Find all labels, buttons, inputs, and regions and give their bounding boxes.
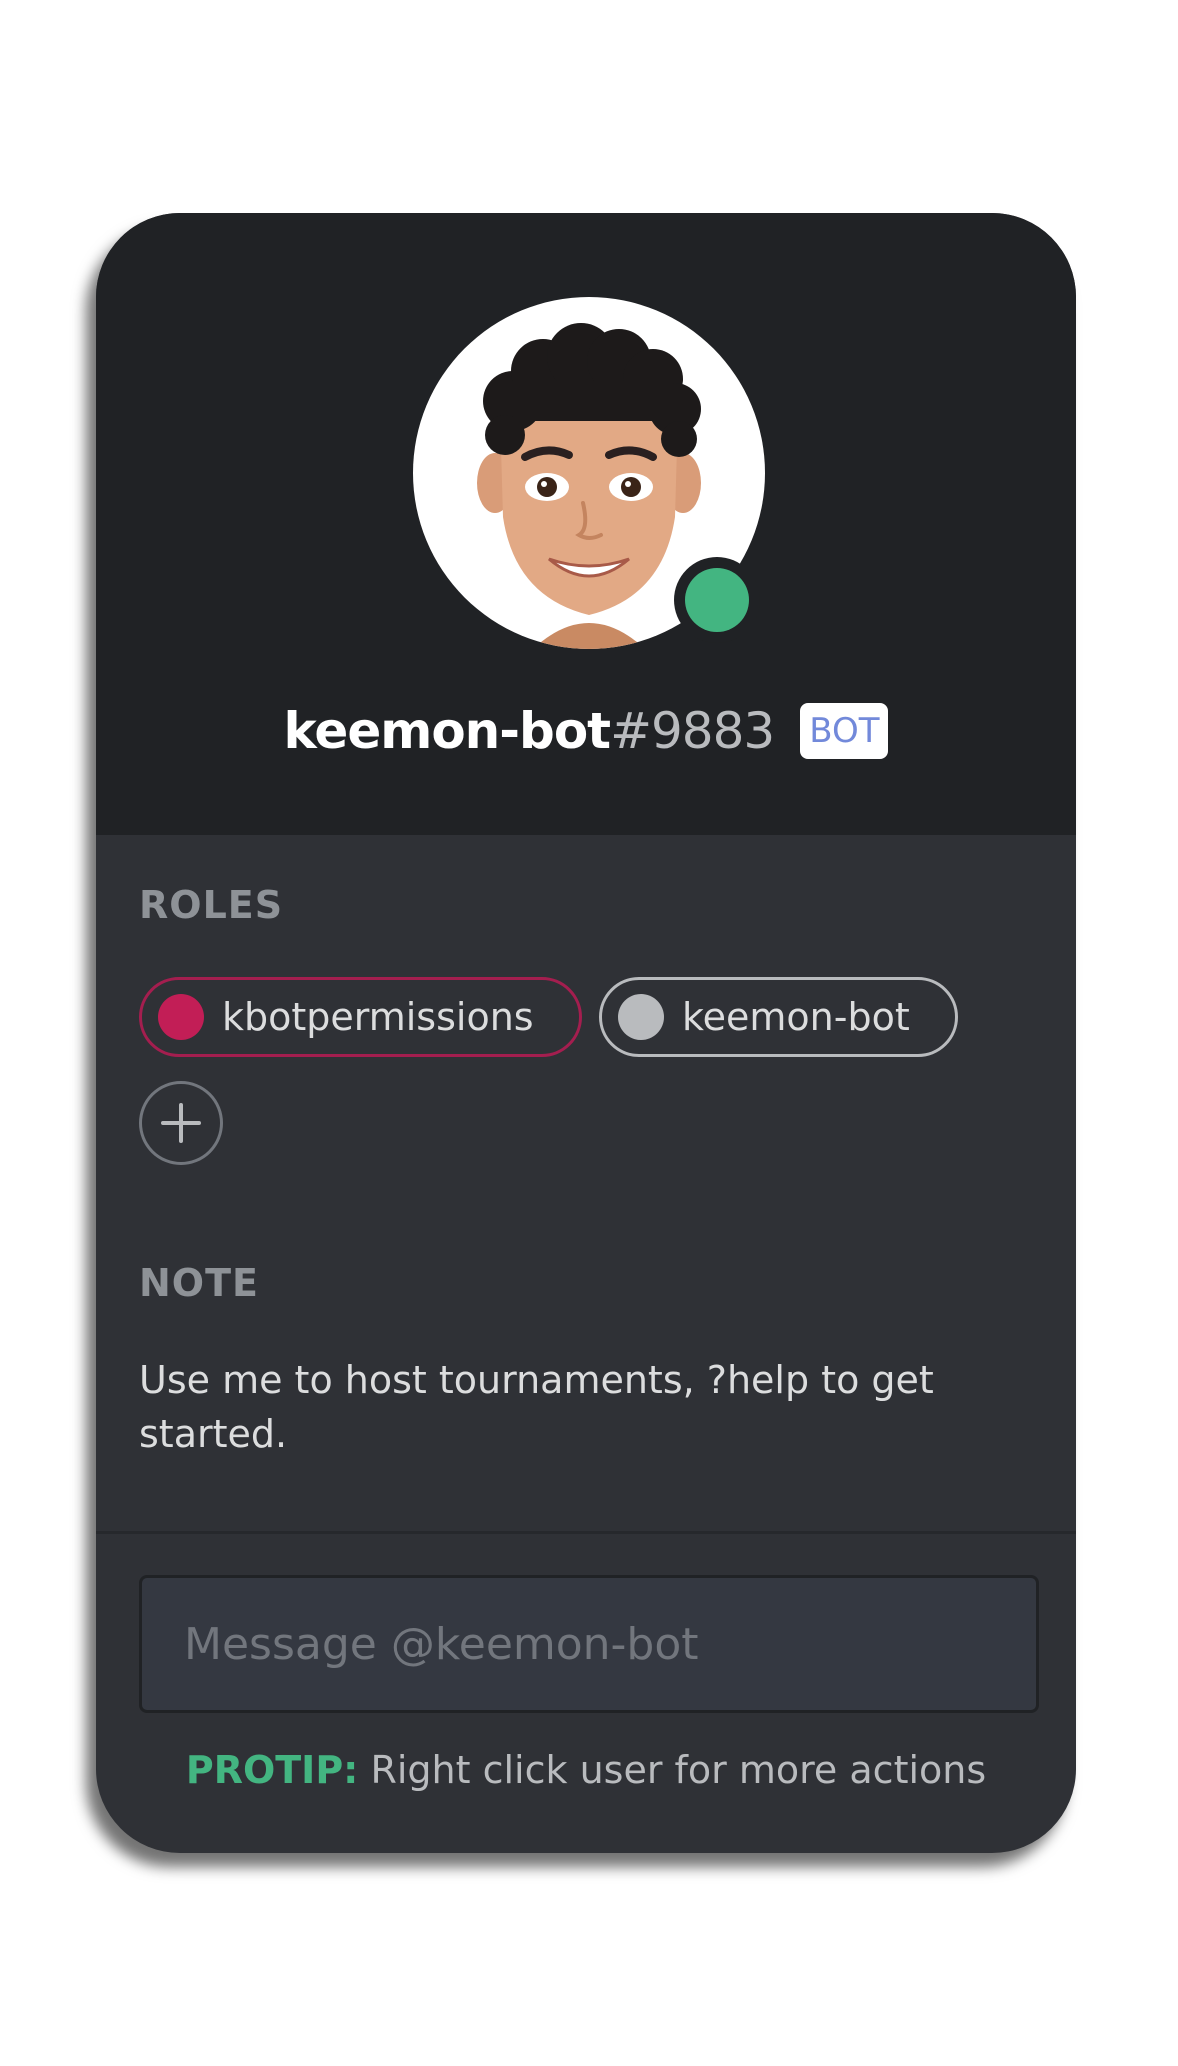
message-box[interactable] <box>139 1575 1039 1713</box>
message-input[interactable] <box>182 1617 1036 1671</box>
add-role-button[interactable] <box>139 1081 223 1165</box>
divider <box>96 1531 1076 1534</box>
role-pill-kbotpermissions[interactable]: kbotpermissions <box>139 977 582 1057</box>
role-color-dot[interactable] <box>618 994 664 1040</box>
name-row: keemon-bot #9883 BOT <box>96 691 1076 771</box>
protip-text: Right click user for more actions <box>358 1748 987 1792</box>
note-text[interactable]: Use me to host tournaments, ?help to get… <box>139 1353 1019 1461</box>
role-name: keemon-bot <box>682 995 910 1039</box>
plus-icon <box>161 1103 201 1143</box>
profile-header: keemon-bot #9883 BOT <box>96 213 1076 835</box>
user-profile-popout: keemon-bot #9883 BOT ROLES kbotpermissio… <box>96 213 1076 1853</box>
status-indicator <box>674 557 760 643</box>
role-color-dot[interactable] <box>158 994 204 1040</box>
roles-heading: ROLES <box>139 883 284 927</box>
bot-tag: BOT <box>800 703 889 759</box>
protip-label: PROTIP: <box>185 1748 359 1792</box>
note-heading: NOTE <box>139 1261 259 1305</box>
username[interactable]: keemon-bot <box>284 702 612 760</box>
role-name: kbotpermissions <box>222 995 534 1039</box>
role-pill-keemon-bot[interactable]: keemon-bot <box>599 977 958 1057</box>
protip: PROTIP: Right click user for more action… <box>96 1748 1076 1792</box>
online-status-dot <box>685 568 749 632</box>
discriminator: #9883 <box>610 702 775 760</box>
